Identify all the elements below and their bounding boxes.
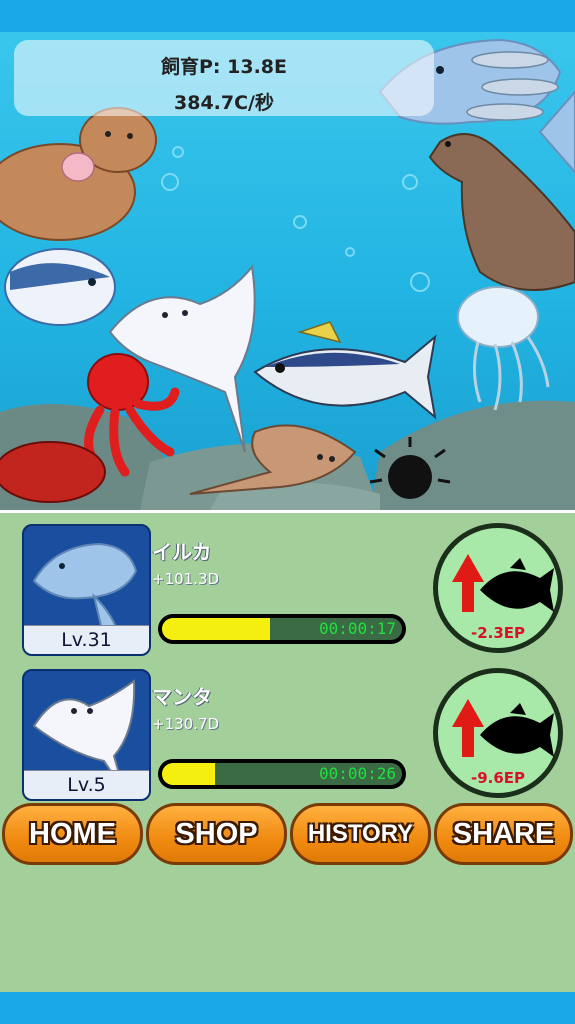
tuna-sprite[interactable] bbox=[253, 321, 437, 420]
progress-fill bbox=[162, 763, 215, 785]
production-progress-bar: 00:00:17 bbox=[158, 614, 406, 644]
shop-button[interactable]: SHOP bbox=[146, 803, 287, 865]
sea-lion-sprite[interactable] bbox=[428, 133, 575, 291]
sea-otter-sprite[interactable] bbox=[0, 107, 157, 241]
panel-divider bbox=[0, 510, 575, 513]
share-button[interactable]: SHARE bbox=[434, 803, 573, 865]
animal-card-manta: Lv.5 マンタ +130.7D 00:00:26 -9.6EP bbox=[0, 663, 575, 803]
progress-fill bbox=[162, 618, 270, 640]
upgrade-cost: -2.3EP bbox=[470, 624, 526, 642]
points-rate: 384.7C/秒 bbox=[174, 92, 274, 114]
aquarium-scene[interactable]: 飼育P: 13.8E 384.7C/秒 bbox=[0, 32, 575, 510]
home-button[interactable]: HOME bbox=[2, 803, 143, 865]
manta-portrait[interactable]: Lv.5 bbox=[22, 669, 151, 801]
lobster-sprite[interactable] bbox=[0, 441, 106, 503]
animal-bonus: +101.3D bbox=[152, 570, 220, 588]
animal-name: イルカ bbox=[152, 540, 212, 564]
top-status-bar bbox=[0, 0, 575, 32]
animal-name: マンタ bbox=[152, 685, 212, 709]
countdown-timer: 00:00:26 bbox=[318, 764, 396, 783]
level-label: Lv.5 bbox=[24, 770, 149, 799]
upgrade-cost: -9.6EP bbox=[470, 769, 526, 787]
history-button[interactable]: HISTORY bbox=[290, 803, 431, 865]
countdown-timer: 00:00:17 bbox=[318, 619, 396, 638]
dolphin-portrait[interactable]: Lv.31 bbox=[22, 524, 151, 656]
upgrade-button[interactable]: -9.6EP bbox=[430, 665, 566, 801]
bottom-bar bbox=[0, 992, 575, 1024]
pufferfish-sprite[interactable] bbox=[4, 248, 116, 326]
animal-bonus: +130.7D bbox=[152, 715, 220, 733]
production-progress-bar: 00:00:26 bbox=[158, 759, 406, 789]
upgrade-button[interactable]: -2.3EP bbox=[430, 520, 566, 656]
animal-card-dolphin: Lv.31 イルカ +101.3D 00:00:17 -2.3EP bbox=[0, 518, 575, 658]
level-label: Lv.31 bbox=[24, 625, 149, 654]
breeding-stats-panel: 飼育P: 13.8E 384.7C/秒 bbox=[14, 40, 434, 116]
jellyfish-sprite[interactable] bbox=[457, 286, 550, 411]
breeding-points: 飼育P: 13.8E bbox=[161, 56, 287, 78]
